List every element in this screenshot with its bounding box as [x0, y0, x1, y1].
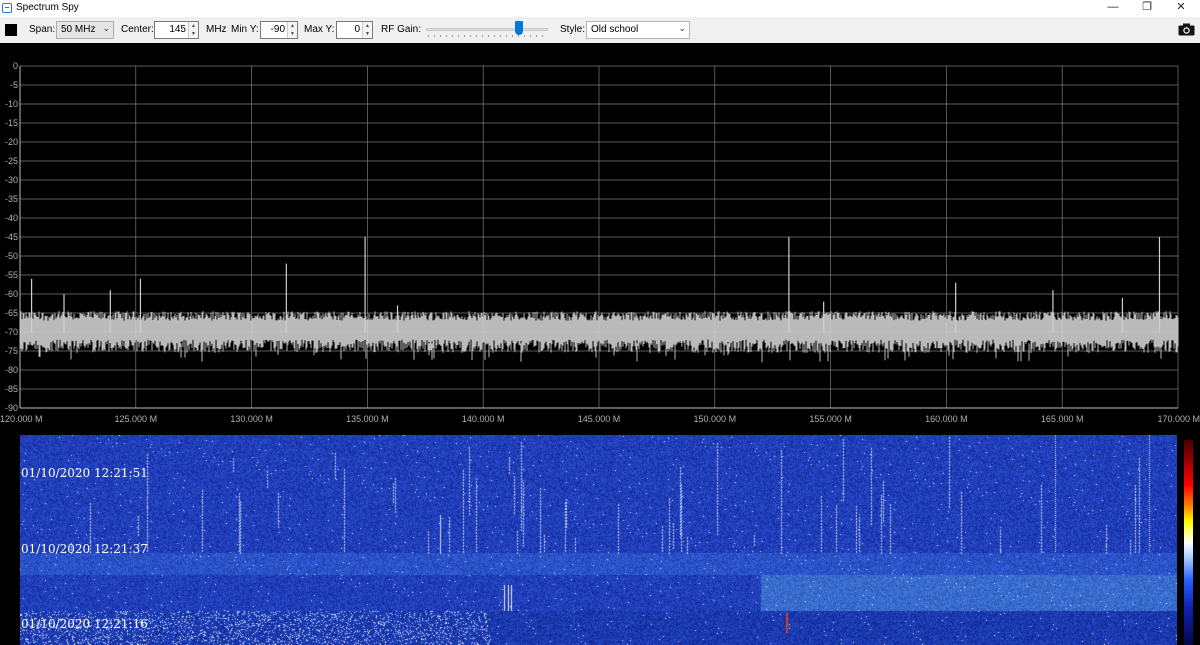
y-tick-label: -10 [5, 99, 18, 109]
waterfall-timestamp: 01/10/2020 12:21:16 [21, 617, 148, 631]
x-tick-label: 160.000 M [925, 414, 968, 424]
center-value: 145 [169, 24, 186, 35]
y-axis-ticks: 0 -5 -10 -15 -20 -25 -30 -35 -40 -45 -50 -55 -60 -65 -… [5, 61, 18, 413]
y-tick-label: 0 [13, 61, 18, 71]
waterfall-timestamp: 01/10/2020 12:21:37 [21, 542, 148, 556]
y-tick-label: -25 [5, 156, 18, 166]
x-axis-ticks: 120.000 M 125.000 M 130.000 M 135.000 M 140.… [0, 414, 1200, 424]
y-tick-label: -85 [5, 384, 18, 394]
min-y-spinner[interactable]: ▲ ▼ [287, 22, 297, 38]
minimize-button[interactable]: — [1098, 0, 1128, 17]
y-tick-label: -20 [5, 137, 18, 147]
max-y-label: Max Y: [304, 24, 335, 35]
style-label: Style: [560, 24, 586, 35]
x-tick-label: 150.000 M [694, 414, 737, 424]
y-tick-label: -30 [5, 175, 18, 185]
stop-icon[interactable] [5, 24, 17, 36]
y-tick-label: -80 [5, 365, 18, 375]
window-title: Spectrum Spy [16, 2, 79, 13]
style-value: Old school [591, 24, 639, 35]
center-label: Center: [121, 24, 154, 35]
max-y-spinner[interactable]: ▲ ▼ [362, 22, 372, 38]
color-scale-bar [1184, 440, 1193, 645]
waterfall-canvas [20, 435, 1177, 645]
waterfall-timestamp: 01/10/2020 12:21:51 [21, 466, 148, 480]
x-tick-label: 125.000 M [115, 414, 158, 424]
y-tick-label: -55 [5, 270, 18, 280]
rf-gain-label: RF Gain: [381, 24, 422, 35]
spectrum-plot[interactable]: 0 -5 -10 -15 -20 -25 -30 -35 -40 -45 -50 -55 -60 -65 -… [0, 43, 1200, 432]
x-tick-label: 120.000 M [0, 414, 43, 424]
y-tick-label: -45 [5, 232, 18, 242]
close-button[interactable]: ✕ [1166, 0, 1196, 17]
chevron-down-icon: ⌄ [102, 23, 110, 33]
plot-grid [19, 65, 1179, 409]
spectrum-chart: 0 -5 -10 -15 -20 -25 -30 -35 -40 -45 -50 -55 -60 -65 -… [0, 61, 1200, 424]
span-select[interactable]: 50 MHz ⌄ [56, 21, 114, 39]
max-y-value: 0 [354, 24, 360, 35]
y-tick-label: -65 [5, 308, 18, 318]
y-tick-label: -50 [5, 251, 18, 261]
title-bar: Spectrum Spy — ❐ ✕ [0, 0, 1200, 17]
y-tick-label: -75 [5, 346, 18, 356]
restore-button[interactable]: ❐ [1132, 0, 1162, 17]
x-tick-label: 170.000 M [1157, 414, 1200, 424]
x-tick-label: 130.000 M [230, 414, 273, 424]
camera-icon[interactable] [1178, 23, 1195, 36]
y-tick-label: -60 [5, 289, 18, 299]
chevron-down-icon: ⌄ [678, 23, 686, 33]
rf-gain-ticks [428, 35, 546, 37]
rf-gain-slider[interactable] [426, 21, 548, 39]
spectrum-spy-window: Spectrum Spy — ❐ ✕ Span: 50 MHz ⌄ Center… [0, 0, 1200, 645]
x-tick-label: 135.000 M [346, 414, 389, 424]
center-unit-label: MHz [206, 24, 227, 35]
max-y-input[interactable]: 0 ▲ ▼ [336, 21, 373, 39]
toolbar: Span: 50 MHz ⌄ Center: 145 ▲ ▼ MHz Min Y:… [0, 17, 1200, 43]
min-y-label: Min Y: [231, 24, 259, 35]
center-spinner[interactable]: ▲ ▼ [188, 22, 198, 38]
span-value: 50 MHz [61, 24, 96, 35]
y-tick-label: -70 [5, 327, 18, 337]
waterfall-display[interactable]: 01/10/2020 12:21:51 01/10/2020 12:21:37 … [0, 432, 1200, 645]
rf-gain-thumb[interactable] [514, 21, 523, 35]
x-tick-label: 145.000 M [578, 414, 621, 424]
center-input[interactable]: 145 ▲ ▼ [154, 21, 199, 39]
y-tick-label: -35 [5, 194, 18, 204]
app-window-icon [2, 3, 12, 13]
rf-gain-track [426, 28, 548, 31]
y-tick-label: -90 [5, 403, 18, 413]
min-y-input[interactable]: -90 ▲ ▼ [260, 21, 298, 39]
x-tick-label: 155.000 M [809, 414, 852, 424]
x-tick-label: 140.000 M [462, 414, 505, 424]
y-tick-label: -15 [5, 118, 18, 128]
y-tick-label: -5 [10, 80, 18, 90]
span-label: Span: [29, 24, 56, 35]
y-tick-label: -40 [5, 213, 18, 223]
x-tick-label: 165.000 M [1041, 414, 1084, 424]
style-select[interactable]: Old school ⌄ [586, 21, 690, 39]
min-y-value: -90 [270, 24, 285, 35]
